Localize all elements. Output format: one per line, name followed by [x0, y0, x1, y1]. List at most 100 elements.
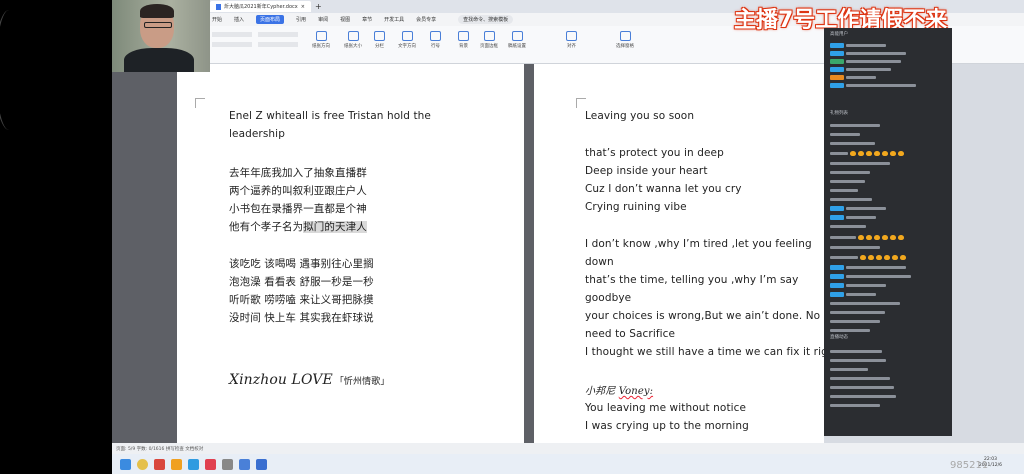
- gift-row: [830, 169, 870, 175]
- page-border-label: 页面边框: [480, 44, 498, 49]
- page-corner-mark: [195, 98, 205, 108]
- webcam-overlay: [112, 0, 210, 72]
- browser-icon[interactable]: [137, 458, 148, 470]
- gift-text: [830, 188, 858, 192]
- document-page-left[interactable]: Enel Z whiteall is free Tristan hold the…: [177, 64, 524, 443]
- chat-section-title: 直播动态: [830, 335, 848, 340]
- text-line: that’s protect you in deep: [585, 147, 724, 159]
- text-line: Enel Z whiteall is free Tristan hold the: [229, 110, 431, 122]
- menu-insert[interactable]: 插入: [234, 16, 244, 23]
- app-icon[interactable]: [256, 458, 267, 470]
- gift-row: [830, 122, 880, 128]
- selection-pane-button[interactable]: 选择窗格: [616, 31, 634, 49]
- menu-view[interactable]: 视图: [340, 16, 350, 23]
- start-icon[interactable]: [120, 458, 131, 470]
- chat-row: [830, 66, 891, 72]
- activity-text: [830, 403, 880, 407]
- margin-top-field[interactable]: [212, 32, 252, 37]
- gift-row: [830, 327, 870, 333]
- gift-icon: [874, 150, 880, 156]
- text-direction-label: 文字方向: [398, 44, 416, 49]
- menu-member[interactable]: 会员专享: [416, 16, 436, 23]
- activity-text: [830, 358, 886, 362]
- paper-size-button[interactable]: 纸张大小: [344, 31, 362, 49]
- chat-row: [830, 58, 901, 64]
- new-tab-icon[interactable]: +: [315, 2, 322, 11]
- fan-badge: [830, 205, 844, 211]
- text-span: 他有个孝子名为: [229, 221, 304, 233]
- text-line: goodbye: [585, 292, 632, 304]
- gift-text: [846, 283, 886, 287]
- gift-text: [830, 245, 880, 249]
- menu-page-layout[interactable]: 页面布局: [256, 15, 285, 24]
- command-search[interactable]: 查找命令、搜索模板: [458, 15, 514, 24]
- menu-references[interactable]: 引用: [296, 16, 306, 23]
- page-border-button[interactable]: 页面边框: [480, 31, 498, 49]
- margin-right-field[interactable]: [258, 42, 298, 47]
- text-line: 小书包在录播界一直都是个神: [229, 203, 367, 215]
- app-icon[interactable]: [188, 458, 199, 470]
- gift-text: [830, 170, 870, 174]
- activity-text: [830, 385, 894, 389]
- doc-icon: [216, 3, 221, 10]
- fan-badge: [830, 291, 844, 297]
- chat-text: [846, 75, 876, 79]
- chat-text: [846, 83, 916, 87]
- margin-left-field[interactable]: [212, 42, 252, 47]
- fan-badge: [830, 214, 844, 220]
- manuscript-button[interactable]: 稿纸设置: [508, 31, 526, 49]
- gift-row: [830, 131, 860, 137]
- app-icon[interactable]: [171, 458, 182, 470]
- chat-text: [846, 67, 891, 71]
- menu-home[interactable]: 开始: [212, 16, 222, 23]
- chat-text: [846, 59, 901, 63]
- author-alias: Voney:: [618, 386, 654, 397]
- text-line: your choices is wrong,But we ain’t done.…: [585, 310, 821, 322]
- status-text: 页面: 5/9 字数: 0/1616 拼写检查 文档校对: [116, 446, 204, 452]
- text-line: need to Sacrifice: [585, 328, 676, 340]
- fan-badge: [830, 74, 844, 80]
- text-line: leadership: [229, 128, 285, 140]
- gift-text: [830, 197, 872, 201]
- wps-icon[interactable]: [205, 458, 216, 470]
- document-tab[interactable]: 炘大脑瓜2021新年Cypher.docx ×: [210, 1, 311, 12]
- gift-row: [830, 291, 876, 297]
- text-line: 没时间 快上车 其实我在虾球说: [229, 312, 374, 324]
- gift-text: [830, 141, 875, 145]
- menu-section[interactable]: 章节: [362, 16, 372, 23]
- columns-button[interactable]: 分栏: [374, 31, 385, 49]
- gift-icon: [882, 234, 888, 240]
- section-heading: Xinzhou LOVE 「忻州情歌」: [229, 372, 389, 388]
- menu-review[interactable]: 审阅: [318, 16, 328, 23]
- gift-icon: [882, 150, 888, 156]
- text-line: Crying ruining vibe: [585, 201, 687, 213]
- chat-row: [830, 74, 876, 80]
- gift-row: [830, 140, 875, 146]
- columns-label: 分栏: [375, 44, 384, 49]
- gift-text: [830, 328, 870, 332]
- gift-row: [830, 309, 885, 315]
- orientation-button[interactable]: 纸张方向: [312, 31, 330, 49]
- gift-text: [830, 224, 866, 228]
- selected-text: 拟门的天津人: [303, 221, 367, 233]
- streamer-body: [124, 48, 194, 72]
- gift-icon: [866, 150, 872, 156]
- close-icon[interactable]: ×: [301, 4, 305, 10]
- author-name: 小邦尼: [585, 386, 616, 397]
- line-numbers-button[interactable]: 行号: [430, 31, 441, 49]
- watermark-text: 985211: [950, 460, 989, 471]
- text-line: Cuz I don’t wanna let you cry: [585, 183, 742, 195]
- document-page-right[interactable]: Leaving you so soon that’s protect you i…: [534, 64, 824, 443]
- app-icon[interactable]: [239, 458, 250, 470]
- chat-text: [846, 43, 886, 47]
- background-button[interactable]: 背景: [458, 31, 469, 49]
- app-icon[interactable]: [222, 458, 233, 470]
- app-icon[interactable]: [154, 458, 165, 470]
- activity-row: [830, 402, 880, 408]
- margin-bottom-field[interactable]: [258, 32, 298, 37]
- gift-text: [830, 319, 880, 323]
- text-direction-button[interactable]: 文字方向: [398, 31, 416, 49]
- chat-section-title: 高能用户: [830, 32, 848, 37]
- menu-developer[interactable]: 开发工具: [384, 16, 404, 23]
- align-button[interactable]: 对齐: [566, 31, 577, 49]
